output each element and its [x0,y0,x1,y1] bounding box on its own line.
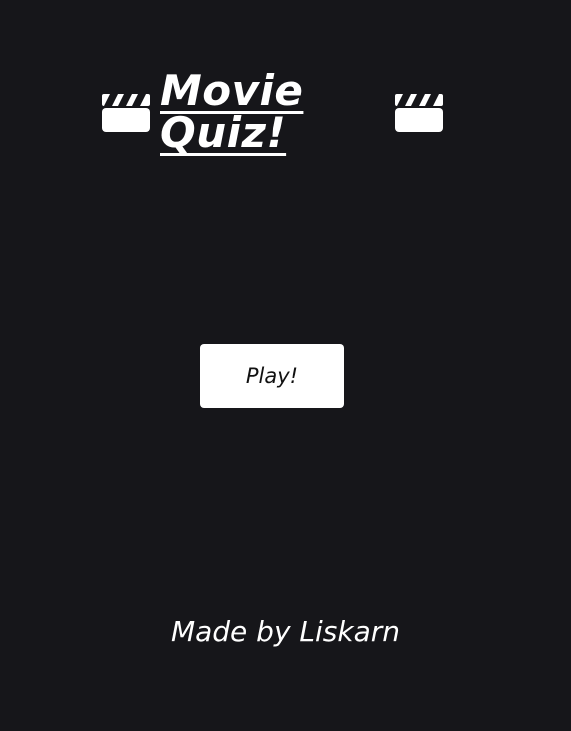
play-button[interactable]: Play! [200,344,344,408]
page-title: Movie Quiz! [100,70,445,154]
footer-credit: Made by Liskarn [170,615,401,648]
title-text: Movie Quiz! [160,66,304,157]
clapperboard-icon [100,90,152,134]
clapperboard-icon [393,90,445,134]
